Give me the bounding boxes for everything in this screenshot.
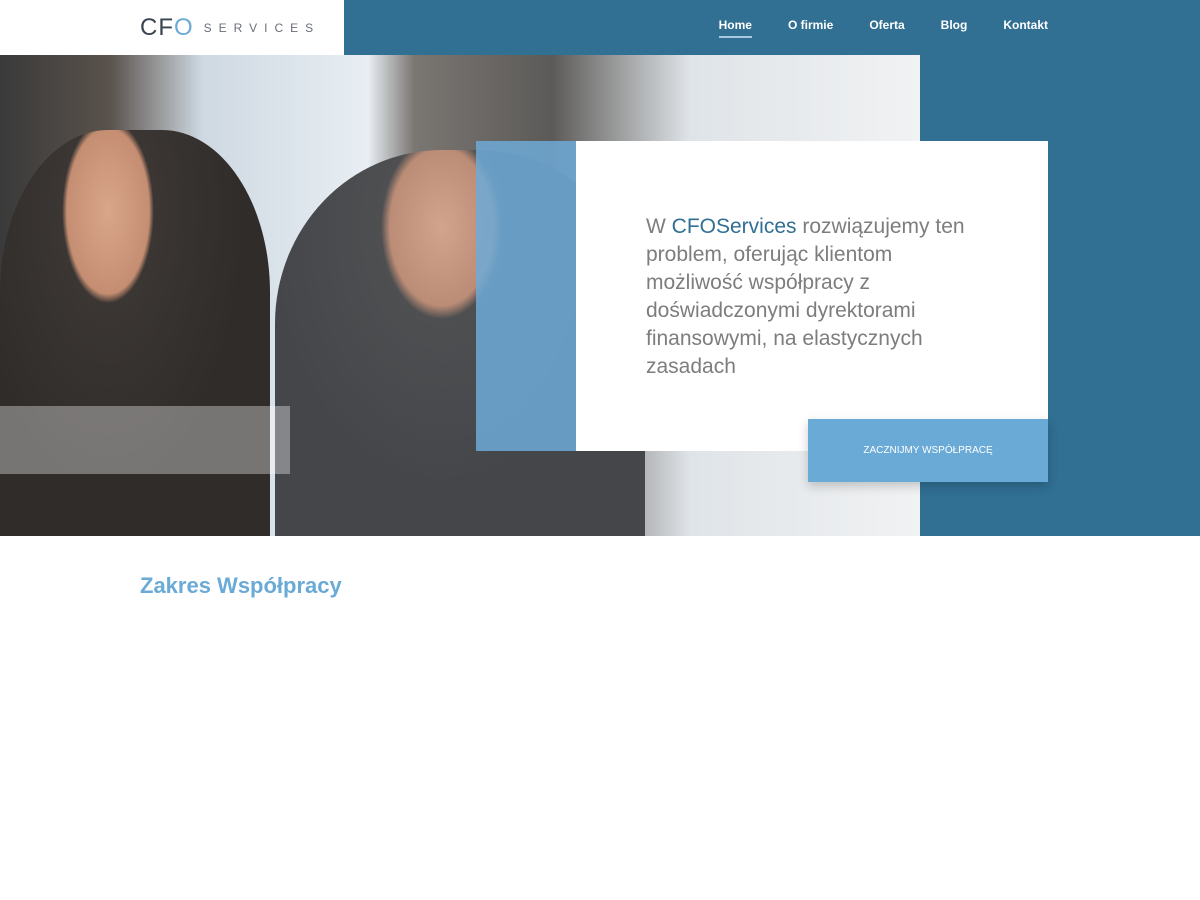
hero-photo-person-left xyxy=(0,130,270,536)
main-nav: Home O firmie Oferta Blog Kontakt xyxy=(718,18,1048,38)
nav-blog[interactable]: Blog xyxy=(941,18,968,38)
accent-strip xyxy=(476,141,576,451)
hero-card: W CFOServices rozwiązujemy ten problem, … xyxy=(576,141,1048,451)
logo[interactable]: CFO SERVICES xyxy=(140,14,320,42)
logo-cfo: CFO xyxy=(140,14,194,41)
nav-o-firmie[interactable]: O firmie xyxy=(788,18,833,38)
nav-oferta[interactable]: Oferta xyxy=(869,18,904,38)
brand-name: CFOServices xyxy=(671,215,797,238)
hero-text: W CFOServices rozwiązujemy ten problem, … xyxy=(646,215,965,378)
nav-kontakt[interactable]: Kontakt xyxy=(1003,18,1048,38)
logo-services: SERVICES xyxy=(203,21,321,35)
getty-watermark xyxy=(0,406,290,474)
start-cooperation-button[interactable]: ZACZNIJMY WSPÓŁPRACĘ xyxy=(808,419,1048,482)
section-title: Zakres Współpracy xyxy=(140,573,342,598)
nav-home[interactable]: Home xyxy=(718,18,752,38)
header-logo-area: CFO SERVICES xyxy=(0,0,344,55)
